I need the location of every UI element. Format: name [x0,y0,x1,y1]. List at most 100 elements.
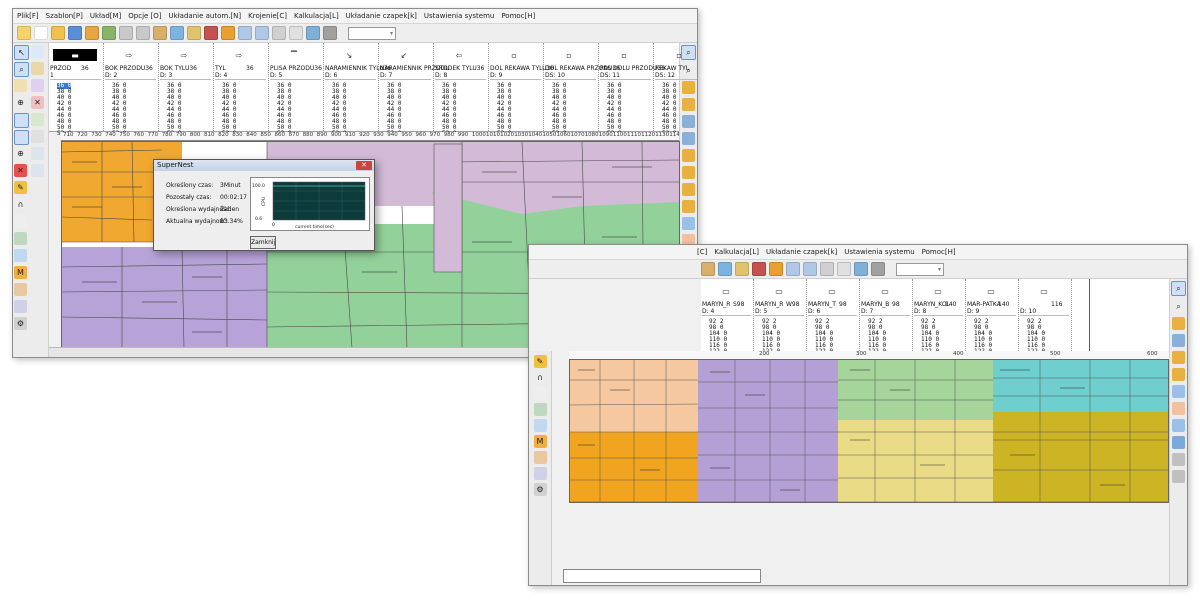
settings-icon-2[interactable]: ⚙ [533,483,547,496]
menu-layout[interactable]: Układ[M] [90,12,121,20]
menu-template[interactable]: Szablon[P] [46,12,83,20]
bucket-icon[interactable] [14,215,27,228]
pattern-2-icon-2[interactable] [1172,436,1185,449]
pieces-5-icon[interactable] [682,183,695,196]
grid-tool-icon[interactable] [31,130,44,143]
piece-column[interactable]: ↘ NARAMIENNIK TYLU36 D: 6 36 0 38 0 40 0 42 04… [324,43,391,137]
tool-c-icon[interactable] [14,283,27,296]
pieces-4-icon[interactable] [682,166,695,179]
cloth-2-icon[interactable] [682,132,695,145]
zoom-combo[interactable]: ▾ [348,26,396,40]
layout-icon[interactable] [14,113,29,128]
magnet-icon[interactable]: ∩ [14,198,27,211]
menu-calculation[interactable]: Kalkulacja[L] [294,12,339,20]
trash-icon-2[interactable] [871,262,885,276]
piece-column[interactable]: ⇨ BOK PRZODU36 D: 2 36 0 38 0 40 0 42 0 44 0 46 … [104,43,159,137]
menu-help[interactable]: Pomoc[H] [501,12,535,20]
cloth-icon-2[interactable] [1172,334,1185,347]
tool-d-icon-2[interactable] [533,467,547,480]
pencil-icon[interactable]: ✎ [14,181,27,194]
ruler-icon-2[interactable] [820,262,834,276]
undo-icon[interactable] [119,26,133,40]
bucket-icon-2[interactable] [533,387,547,400]
pattern-icon-2[interactable] [1172,419,1185,432]
tool-d-icon[interactable] [14,300,27,313]
piece-column[interactable]: ▫ DOL REKAWA PRZODU36 DS: 10 36 0 38 0 40 0 42… [544,43,620,137]
print-icon-2[interactable] [1172,453,1185,466]
measure-icon[interactable] [187,26,201,40]
piece-select-icon[interactable] [31,45,44,58]
tag-icon-2[interactable] [1172,402,1185,415]
export-icon[interactable] [102,26,116,40]
zoom-in-icon[interactable]: ⊕ [14,96,27,109]
color-icon[interactable] [204,26,218,40]
pieces-icon-2[interactable] [1172,317,1185,330]
zoom-fit-icon-2[interactable]: ⌕ [1171,281,1186,296]
piece-column[interactable]: ↙ NARAMIENNIK PRZODU D: 7 36 0 38 0 40 0 42 04… [379,43,450,137]
grid-icon-2[interactable] [786,262,800,276]
menu-c[interactable]: [C] [697,248,707,256]
menu-system-settings[interactable]: Ustawienia systemu [424,12,494,20]
view-icon-2[interactable] [803,262,817,276]
rotate-piece-icon[interactable] [31,79,44,92]
magnet-icon-2[interactable]: ∩ [534,371,547,384]
table-icon[interactable] [170,26,184,40]
rotate-icon[interactable] [289,26,303,40]
trash-icon[interactable] [323,26,337,40]
tool-a-icon[interactable] [14,232,27,245]
menu-file[interactable]: Plik[F] [17,12,39,20]
redo-icon[interactable] [136,26,150,40]
screen-icon-2[interactable] [1172,385,1185,398]
tool-b-icon[interactable] [14,249,27,262]
pieces-3-icon-2[interactable] [1172,351,1185,364]
menu-cutting[interactable]: Krojenie[C] [248,12,287,20]
nest-icon-2[interactable] [854,262,868,276]
piece-column[interactable]: ⇦ SRODEK TYLU36 D: 8 36 0 38 0 40 0 42 0 44 0 46… [434,43,489,137]
import-icon[interactable] [85,26,99,40]
piece-column[interactable]: ▬ PRZOD 36 1 36 0 38 0 40 0 42 0 44 0 46 0 48 0 50 … [49,43,104,137]
close-icon[interactable]: ✕ [356,161,372,170]
rotate-icon-2[interactable] [837,262,851,276]
split-icon[interactable] [31,164,44,177]
color-icon-2[interactable] [752,262,766,276]
folder-icon[interactable] [51,26,65,40]
tool-a-icon-2[interactable] [533,403,547,416]
tool-m-icon-2[interactable]: M [533,435,547,448]
table-icon-2[interactable] [718,262,732,276]
tool-c-icon-2[interactable] [533,451,547,464]
zoom-combo-2[interactable]: ▾ [896,262,944,276]
nest-icon[interactable] [306,26,320,40]
pencil-icon-2[interactable]: ✎ [533,355,547,368]
piece-column[interactable]: ⇨ TYL 36 D: 4 36 0 38 0 40 0 42 0 44 0 46 0 48 0 50… [214,43,269,137]
menu-cap-layout-2[interactable]: Układanie czapek[k] [766,248,837,256]
text-icon[interactable] [221,26,235,40]
grid-icon[interactable] [238,26,252,40]
screen-icon[interactable] [682,217,695,230]
menu-options[interactable]: Opcje [O] [128,12,161,20]
menu-system-settings-2[interactable]: Ustawienia systemu [844,248,914,256]
tool-b-icon-2[interactable] [533,419,547,432]
ruler-icon[interactable] [272,26,286,40]
piece-column[interactable]: ▫ REKAW TYL DS: 12 36 0 38 0 40 0 42 0 44 0 46 0… [654,43,697,137]
new-file-icon[interactable] [34,26,48,40]
move-icon[interactable] [31,62,44,75]
menu-calculation-2[interactable]: Kalkulacja[L] [714,248,759,256]
open-folder-icon[interactable] [17,26,31,40]
piece-column[interactable]: ⇨ BOK TYLU36 D: 3 36 0 38 0 40 0 42 0 44 0 46 04… [159,43,214,137]
plot-icon-2[interactable] [1172,470,1185,483]
measure-icon-2[interactable] [735,262,749,276]
select-arrow-icon[interactable]: ↖ [14,45,29,60]
menu-help-2[interactable]: Pomoc[H] [922,248,956,256]
zoom-icon[interactable]: ⊕ [14,147,27,160]
piece-column[interactable]: ▫ PAS DOLU PRZODU36 DS: 11 36 0 38 0 40 0 42 0… [599,43,665,137]
piece-column[interactable]: ▔ PLISA PRZODU36 D: 5 36 0 38 0 40 0 42 0 44 04… [269,43,324,137]
view-icon[interactable] [255,26,269,40]
pieces-6-icon[interactable] [682,200,695,213]
close-button[interactable]: Zamknij [250,236,276,249]
zoom-out-icon-2[interactable]: ⌕ [1172,300,1185,313]
zoom-window-icon[interactable]: ⌕ [14,62,29,77]
tool-m-icon[interactable]: M [14,266,27,279]
delete-icon[interactable]: ✕ [31,96,44,109]
menu-cap-layout[interactable]: Układanie czapek[k] [346,12,417,20]
pieces-4-icon-2[interactable] [1172,368,1185,381]
